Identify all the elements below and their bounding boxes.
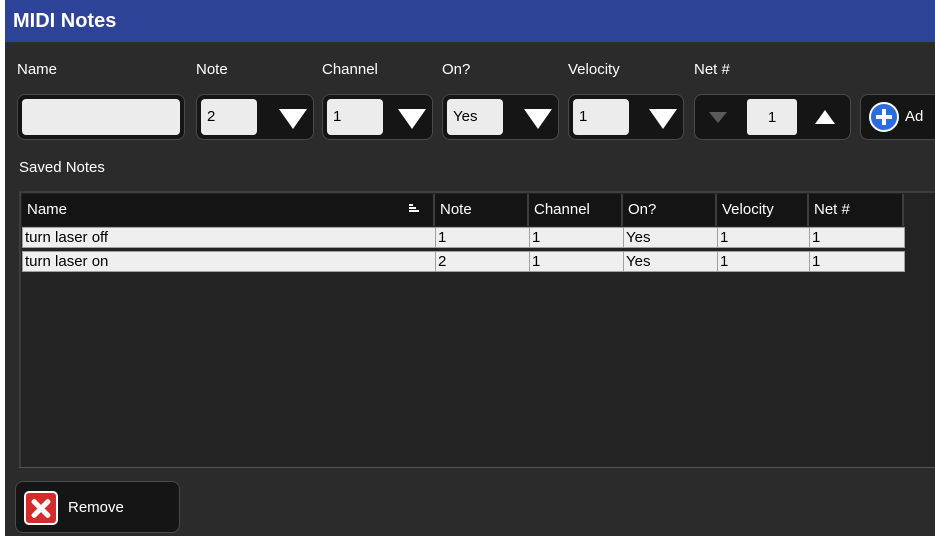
saved-notes-table: Name Note Channel On? Velocity Net # tur…: [19, 191, 935, 468]
channel-dropdown[interactable]: 1: [322, 94, 433, 140]
add-button-label: Ad: [905, 108, 924, 125]
channel-label: Channel: [322, 61, 378, 78]
cell-note: 2: [435, 251, 530, 272]
net-stepper-value[interactable]: 1: [747, 99, 797, 135]
column-header-on[interactable]: On?: [623, 194, 717, 226]
note-dropdown-value: 2: [201, 99, 257, 135]
cell-on: Yes: [623, 227, 718, 248]
divider: [19, 467, 935, 468]
on-dropdown-value: Yes: [447, 99, 503, 135]
triangle-down-icon[interactable]: [649, 109, 677, 129]
cell-channel: 1: [529, 227, 624, 248]
saved-notes-label: Saved Notes: [19, 159, 105, 176]
cell-name: turn laser on: [22, 251, 436, 272]
remove-button[interactable]: Remove: [15, 481, 180, 533]
on-label: On?: [442, 61, 471, 78]
name-label: Name: [17, 61, 58, 78]
x-square-icon: [24, 491, 58, 525]
velocity-dropdown[interactable]: 1: [568, 94, 684, 140]
cell-net: 1: [809, 251, 905, 272]
name-input[interactable]: [17, 94, 185, 140]
note-dropdown[interactable]: 2: [196, 94, 314, 140]
cell-net: 1: [809, 227, 905, 248]
velocity-label: Velocity: [568, 61, 620, 78]
column-header-channel[interactable]: Channel: [529, 194, 623, 226]
decrement-arrow-icon[interactable]: [709, 112, 727, 123]
cell-velocity: 1: [717, 251, 810, 272]
velocity-dropdown-value: 1: [573, 99, 629, 135]
net-label: Net #: [694, 61, 730, 78]
triangle-down-icon[interactable]: [279, 109, 307, 129]
column-header-label: Name: [27, 201, 68, 218]
cell-channel: 1: [529, 251, 624, 272]
plus-circle-icon: [869, 102, 899, 132]
remove-button-label: Remove: [68, 499, 124, 516]
triangle-down-icon[interactable]: [398, 109, 426, 129]
column-header-net[interactable]: Net #: [809, 194, 904, 226]
on-dropdown[interactable]: Yes: [442, 94, 559, 140]
net-stepper[interactable]: 1: [694, 94, 851, 140]
cell-on: Yes: [623, 251, 718, 272]
add-button[interactable]: Ad: [860, 94, 935, 140]
cell-note: 1: [435, 227, 530, 248]
increment-arrow-icon[interactable]: [815, 110, 835, 124]
sort-descending-icon[interactable]: [409, 204, 419, 213]
note-label: Note: [196, 61, 228, 78]
column-header-velocity[interactable]: Velocity: [717, 194, 809, 226]
channel-dropdown-value: 1: [327, 99, 383, 135]
name-input-value[interactable]: [22, 99, 180, 135]
column-header-name[interactable]: Name: [22, 194, 435, 226]
cell-name: turn laser off: [22, 227, 436, 248]
window-title: MIDI Notes: [5, 0, 935, 42]
cell-velocity: 1: [717, 227, 810, 248]
midi-notes-window: MIDI Notes Name Note Channel On? Velocit…: [5, 0, 935, 536]
column-header-note[interactable]: Note: [435, 194, 529, 226]
triangle-down-icon[interactable]: [524, 109, 552, 129]
